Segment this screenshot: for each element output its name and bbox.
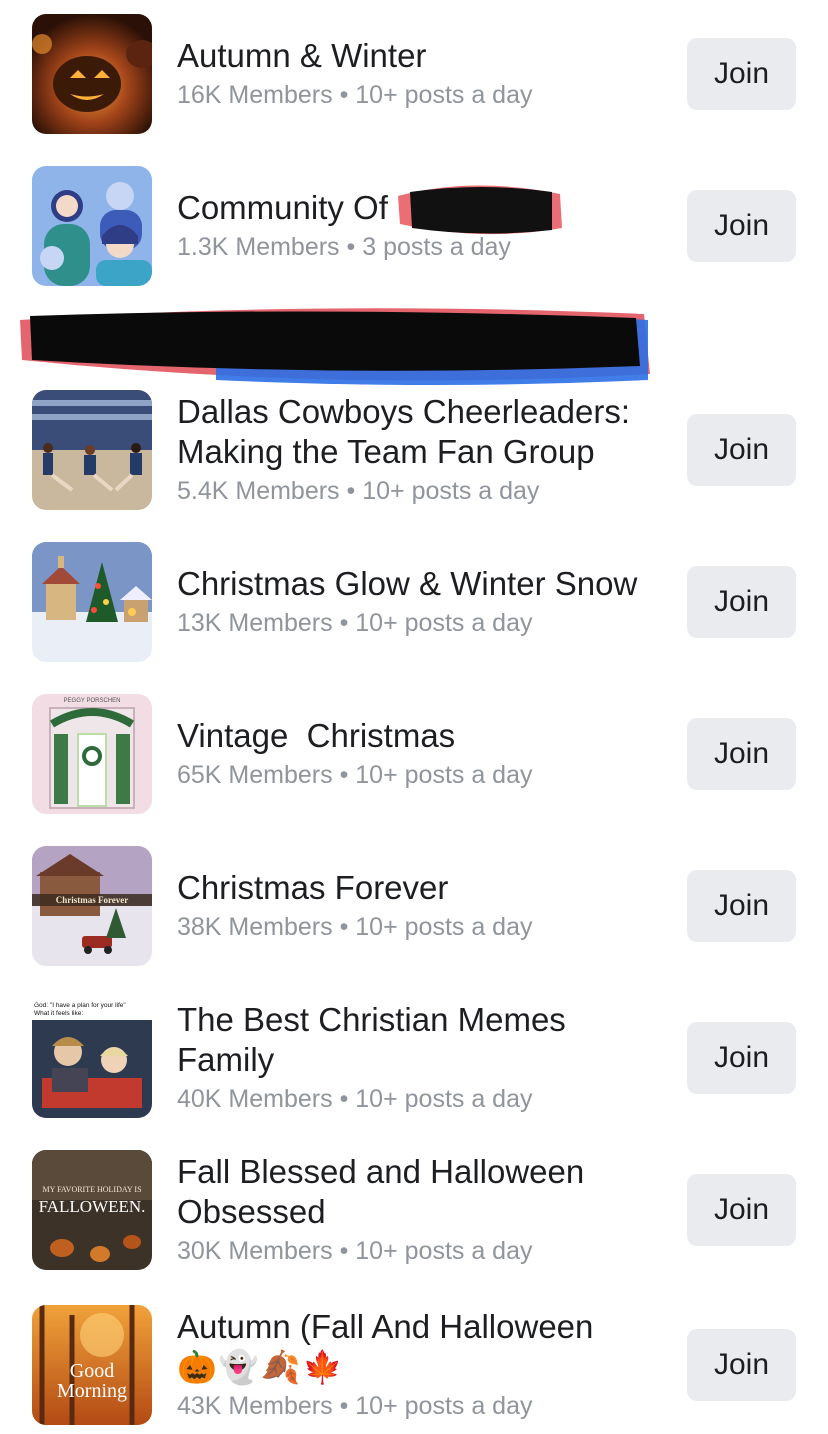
group-meta: 43K Members • 10+ posts a day <box>177 1392 533 1420</box>
join-button[interactable]: Join <box>687 718 796 790</box>
good-morning-autumn-image: Good Morning <box>32 1305 152 1425</box>
snowy-village-image <box>32 542 152 662</box>
group-title[interactable]: Autumn (Fall And Halloween <box>177 1307 668 1347</box>
group-title[interactable]: Vintage Christmas <box>177 716 668 756</box>
pumpkin-image <box>32 14 152 134</box>
falloween-small-text: MY FAVORITE HOLIDAY IS <box>42 1185 141 1194</box>
group-title[interactable]: Christmas Forever <box>177 868 668 908</box>
join-button[interactable]: Join <box>687 870 796 942</box>
cheerleaders-image <box>32 390 152 510</box>
good-text: Good <box>70 1360 114 1382</box>
group-meta: 30K Members • 10+ posts a day <box>177 1237 533 1265</box>
join-button[interactable]: Join <box>687 1174 796 1246</box>
group-title[interactable]: Autumn & Winter <box>177 36 668 76</box>
meme-caption-line1: God: "I have a plan for your life" <box>34 1002 126 1009</box>
join-button[interactable]: Join <box>687 1022 796 1094</box>
join-button[interactable]: Join <box>687 566 796 638</box>
group-row[interactable]: God: "I have a plan for your life" What … <box>0 996 828 1120</box>
group-title[interactable]: The Best Christian Memes Family <box>177 1000 668 1080</box>
group-meta: 16K Members • 10+ posts a day <box>177 81 533 109</box>
redaction-mark <box>392 176 568 242</box>
group-row[interactable]: Christmas Glow & Winter Snow 13K Members… <box>0 540 828 664</box>
join-button[interactable]: Join <box>687 414 796 486</box>
group-row[interactable]: Christmas Forever Christmas Forever 38K … <box>0 844 828 968</box>
group-title[interactable]: Dallas Cowboys Cheerleaders: Making the … <box>177 392 668 472</box>
group-title[interactable]: Fall Blessed and Halloween Obsessed <box>177 1152 668 1232</box>
group-meta: 38K Members • 10+ posts a day <box>177 913 533 941</box>
group-title[interactable]: Christmas Glow & Winter Snow <box>177 564 668 604</box>
group-row[interactable]: Dallas Cowboys Cheerleaders: Making the … <box>0 388 828 512</box>
storefront-image: PEGGY PORSCHEN <box>32 694 152 814</box>
group-title-emoji: 🎃👻🍂🍁 <box>177 1348 345 1386</box>
group-row[interactable]: PEGGY PORSCHEN Vintage Christmas 65K Mem… <box>0 692 828 816</box>
morning-text: Morning <box>57 1380 127 1402</box>
group-meta: 40K Members • 10+ posts a day <box>177 1085 533 1113</box>
group-meta: 65K Members • 10+ posts a day <box>177 761 533 789</box>
falloween-big-text: FALLOWEEN. <box>39 1197 146 1216</box>
group-meta: 5.4K Members • 10+ posts a day <box>177 477 540 505</box>
group-row[interactable]: MY FAVORITE HOLIDAY IS FALLOWEEN. Fall B… <box>0 1148 828 1272</box>
christmas-house-image: Christmas Forever <box>32 846 152 966</box>
redaction-band <box>16 300 656 392</box>
join-button[interactable]: Join <box>687 1329 796 1401</box>
join-button[interactable]: Join <box>687 190 796 262</box>
group-row[interactable]: Good Morning Autumn (Fall And Halloween … <box>0 1300 828 1430</box>
store-sign-text: PEGGY PORSCHEN <box>64 698 121 704</box>
banner-text: Christmas Forever <box>56 895 129 905</box>
falloween-image: MY FAVORITE HOLIDAY IS FALLOWEEN. <box>32 1150 152 1270</box>
illustrated-people-image <box>32 166 152 286</box>
group-row[interactable]: Autumn & Winter 16K Members • 10+ posts … <box>0 12 828 136</box>
join-button[interactable]: Join <box>687 38 796 110</box>
group-meta: 13K Members • 10+ posts a day <box>177 609 533 637</box>
rollercoaster-meme-image: God: "I have a plan for your life" What … <box>32 998 152 1118</box>
meme-caption-line2: What it feels like: <box>34 1010 83 1017</box>
